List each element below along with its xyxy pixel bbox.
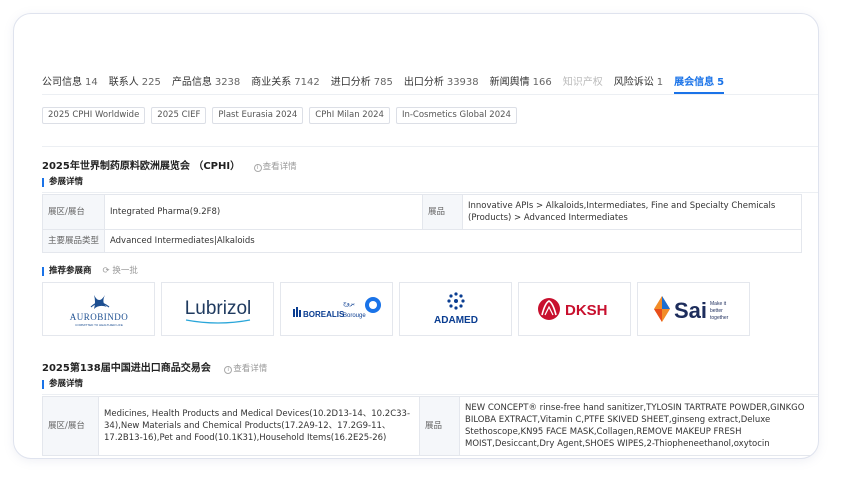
logo-adamed[interactable]: ADAMED (399, 282, 512, 336)
exhibits-value: NEW CONCEPT® rinse-free hand sanitizer,T… (459, 396, 818, 456)
svg-text:BOREALIS: BOREALIS (303, 310, 345, 319)
adamed-logo-icon: ADAMED (434, 292, 478, 326)
exhibition-2-detail-link[interactable]: i 查看详情 (224, 364, 267, 374)
logo-lubrizol[interactable]: Lubrizol (161, 282, 274, 336)
subtitle-divider (42, 192, 818, 193)
lubrizol-logo-icon: Lubrizol (184, 298, 251, 324)
sai-logo-icon: Sai Make it better together (653, 296, 729, 323)
refresh-button[interactable]: ⟳ 换一批 (102, 266, 137, 276)
exhibition-1-title: 2025年世界制药原料欧洲展览会 （CPHI） i 查看详情 (42, 161, 297, 172)
exhibits-label: 展品 (422, 194, 463, 230)
recommended-exhibitors-title: 推荐参展商 ⟳ 换一批 (42, 267, 138, 276)
logo-sai[interactable]: Sai Make it better together (637, 282, 750, 336)
panel-content: 公司信息 14 联系人 225 产品信息 3238 商业关系 7142 进口分析 785 … (42, 14, 818, 458)
exhibits-label: 展品 (419, 396, 460, 456)
booth-label: 展区/展台 (42, 194, 105, 230)
info-icon: i (224, 366, 233, 374)
tab-exhibition-info[interactable]: 展会信息 5 (674, 76, 724, 94)
exhibitor-logos: AUROBINDO COMMITTED TO HEALTHIER LIFE Lu… (42, 282, 756, 336)
exhibition-1-info-subtitle: 参展详情 (42, 178, 83, 187)
tab-contacts[interactable]: 联系人 225 (109, 76, 161, 94)
exhibits-value: Innovative APIs > Alkaloids,Intermediate… (462, 194, 802, 230)
svg-text:Sai: Sai (674, 298, 707, 323)
logo-aurobindo[interactable]: AUROBINDO COMMITTED TO HEALTHIER LIFE (42, 282, 155, 336)
exhibition-1-detail-link[interactable]: i 查看详情 (253, 162, 297, 172)
tab-news[interactable]: 新闻舆情 166 (490, 76, 552, 94)
svg-text:Borouge: Borouge (343, 313, 366, 319)
booth-label: 展区/展台 (42, 396, 99, 456)
tab-import-analysis[interactable]: 进口分析 785 (331, 76, 393, 94)
chips-divider (42, 146, 818, 147)
exhibition-panel: 公司信息 14 联系人 225 产品信息 3238 商业关系 7142 进口分析 785 … (13, 13, 819, 459)
svg-text:AUROBINDO: AUROBINDO (69, 312, 128, 322)
tab-export-analysis[interactable]: 出口分析 33938 (404, 76, 479, 94)
tab-ip: 知识产权 (562, 77, 603, 88)
tab-bar: 公司信息 14 联系人 225 产品信息 3238 商业关系 7142 进口分析 785 … (42, 76, 735, 94)
exhibition-2-info-subtitle: 参展详情 (42, 380, 83, 389)
svg-text:Lubrizol: Lubrizol (184, 298, 251, 319)
chip-cphi-worldwide-2025[interactable]: 2025 CPHI Worldwide (42, 107, 146, 124)
chip-plast-eurasia-2024[interactable]: Plast Eurasia 2024 (212, 107, 304, 124)
exhibition-2-info-table: 展区/展台 Medicines, Health Products and Med… (42, 396, 818, 456)
logo-borealis[interactable]: BOREALIS بروج Borouge (280, 282, 393, 336)
svg-text:بروج: بروج (343, 301, 355, 307)
booth-value: Integrated Pharma(9.2F8) (104, 194, 423, 230)
aurobindo-logo-icon: AUROBINDO COMMITTED TO HEALTHIER LIFE (69, 295, 128, 327)
tab-divider (42, 94, 818, 95)
booth-value: Medicines, Health Products and Medical D… (98, 396, 420, 456)
svg-text:together: together (710, 315, 729, 321)
dksh-logo-icon: DKSH (537, 298, 608, 320)
tab-risk-litigation[interactable]: 风险诉讼 1 (614, 76, 663, 94)
subtitle-divider (42, 394, 818, 395)
svg-text:ADAMED: ADAMED (434, 315, 478, 326)
svg-text:better: better (710, 308, 723, 314)
exhibition-filter-chips: 2025 CPHI Worldwide 2025 CIEF Plast Eura… (42, 107, 523, 124)
chip-in-cosmetics-2024[interactable]: In-Cosmetics Global 2024 (395, 107, 517, 124)
tab-company-info[interactable]: 公司信息 14 (42, 76, 98, 94)
exhibition-1-info-table: 展区/展台 Integrated Pharma(9.2F8) 展品 Innova… (42, 194, 802, 253)
tab-products[interactable]: 产品信息 3238 (172, 76, 240, 94)
borealis-logo-icon: BOREALIS بروج Borouge (292, 297, 381, 319)
logo-dksh[interactable]: DKSH (518, 282, 631, 336)
main-type-value: Advanced Intermediates|Alkaloids (104, 229, 802, 253)
svg-text:Make it: Make it (710, 301, 727, 307)
svg-text:DKSH: DKSH (565, 302, 608, 319)
svg-text:COMMITTED TO HEALTHIER LIFE: COMMITTED TO HEALTHIER LIFE (75, 323, 123, 327)
main-type-label: 主要展品类型 (42, 229, 105, 253)
info-icon: i (253, 164, 262, 172)
exhibition-2-title: 2025第138届中国进出口商品交易会 i 查看详情 (42, 363, 268, 374)
tab-business-relations[interactable]: 商业关系 7142 (251, 76, 319, 94)
chip-cief-2025[interactable]: 2025 CIEF (151, 107, 207, 124)
refresh-icon: ⟳ (102, 266, 110, 276)
chip-cphi-milan-2024[interactable]: CPhI Milan 2024 (309, 107, 390, 124)
